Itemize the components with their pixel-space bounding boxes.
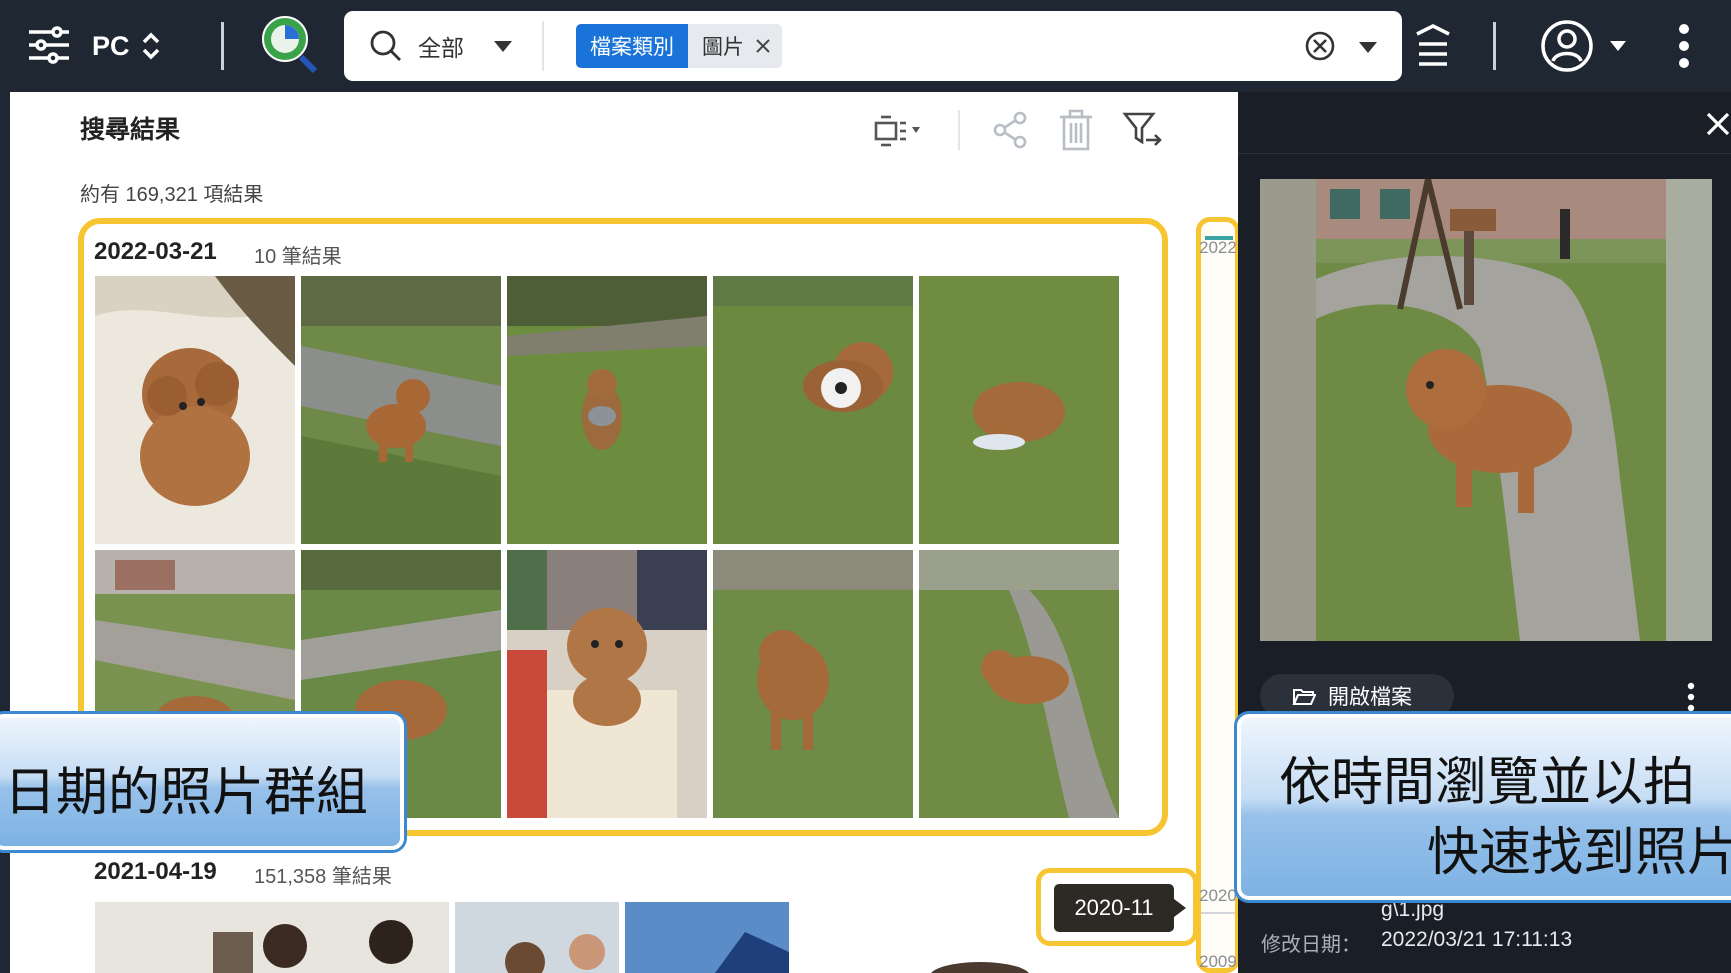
modified-date-value: 2022/03/21 17:11:13 (1381, 928, 1573, 951)
user-account-menu[interactable] (1540, 18, 1628, 74)
photo-thumbnail[interactable] (919, 276, 1119, 544)
search-scope[interactable]: 全部 (370, 27, 514, 65)
tooltip-pointer (1174, 899, 1186, 917)
callout-right: 依時間瀏覽並以拍 快速找到照片 (1237, 714, 1731, 900)
group-count: 10 筆結果 (254, 246, 342, 268)
preview-header (1238, 92, 1731, 154)
filter-chip[interactable]: 檔案類別 圖片 (576, 24, 782, 68)
callout-left-text: 日期的照片群組 (3, 763, 368, 823)
app-window: PC 全部 檔案類別 圖片 搜尋結果 約有 169,321 項結果 2022-0… (0, 0, 1731, 973)
share-icon[interactable] (990, 106, 1030, 154)
photo-thumbnail[interactable] (919, 550, 1119, 818)
photo-thumbnail[interactable] (455, 902, 619, 973)
divider (221, 22, 224, 70)
photo-thumbnail[interactable] (713, 276, 913, 544)
divider (1493, 22, 1496, 70)
photo-thumbnail[interactable] (625, 902, 789, 973)
file-path-fragment: g\1.jpg (1381, 898, 1445, 921)
view-options-button[interactable] (872, 106, 922, 154)
results-count: 約有 169,321 項結果 (80, 184, 264, 206)
photo-thumbnail[interactable] (507, 550, 707, 818)
more-actions-icon[interactable] (1687, 682, 1695, 712)
group-date: 2022-03-21 (94, 238, 217, 265)
photo-thumbnail[interactable] (713, 550, 913, 818)
qsirch-logo-icon[interactable] (256, 12, 322, 78)
timeline-year: 2022 (1199, 238, 1237, 257)
photo-thumbnail[interactable] (301, 276, 501, 544)
delete-icon[interactable] (1056, 106, 1096, 154)
chip-key: 檔案類別 (576, 24, 688, 68)
top-toolbar: PC 全部 檔案類別 圖片 (10, 0, 1731, 92)
search-options-dropdown-icon[interactable] (1357, 39, 1379, 55)
search-icon (370, 30, 401, 61)
updown-chevron-icon (142, 32, 159, 60)
photo-thumbnail[interactable] (95, 902, 449, 973)
preview-image (1260, 179, 1712, 641)
open-file-button[interactable]: 開啟檔案 (1260, 674, 1454, 718)
chip-value: 圖片 (702, 36, 744, 59)
folder-open-icon (1292, 689, 1316, 705)
group-count: 151,358 筆結果 (254, 866, 392, 888)
filter-settings-icon[interactable] (26, 22, 72, 68)
dropdown-triangle-icon (494, 41, 512, 52)
source-selector[interactable]: PC (92, 26, 162, 66)
background-tasks-icon[interactable] (1408, 20, 1458, 72)
callout-left: 日期的照片群組 (0, 714, 404, 850)
photo-thumbnail[interactable] (507, 276, 707, 544)
photo-thumbnail[interactable] (95, 276, 295, 544)
divider (958, 110, 960, 150)
photo-thumbnail[interactable] (890, 954, 1060, 973)
chip-remove-icon[interactable] (754, 37, 772, 55)
timeline-year: 2020 (1199, 886, 1237, 905)
clear-search-icon[interactable] (1304, 30, 1336, 62)
results-title: 搜尋結果 (80, 116, 181, 144)
more-options-icon[interactable] (1674, 20, 1694, 72)
filter-apply-icon[interactable] (1122, 106, 1164, 154)
open-file-label: 開啟檔案 (1328, 686, 1412, 709)
timeline-tick (1201, 912, 1235, 914)
modified-date-label: 修改日期： (1261, 934, 1361, 956)
user-dropdown-icon (1610, 41, 1626, 51)
timeline-tooltip: 2020-11 (1054, 884, 1174, 932)
callout-right-line2: 快速找到照片 (1427, 823, 1731, 883)
close-icon[interactable] (1704, 110, 1731, 138)
chip-value-wrap: 圖片 (688, 24, 782, 68)
callout-right-line1: 依時間瀏覽並以拍 (1279, 753, 1696, 813)
divider (542, 21, 544, 71)
user-icon (1541, 20, 1593, 72)
timeline-year: 2009 (1199, 952, 1237, 971)
timeline-scrubber[interactable]: 2022 2020 2009 (1196, 217, 1240, 973)
search-box[interactable]: 全部 檔案類別 圖片 (344, 11, 1402, 81)
group-date: 2021-04-19 (94, 858, 217, 885)
scope-label: 全部 (418, 35, 464, 61)
source-label: PC (92, 30, 130, 61)
